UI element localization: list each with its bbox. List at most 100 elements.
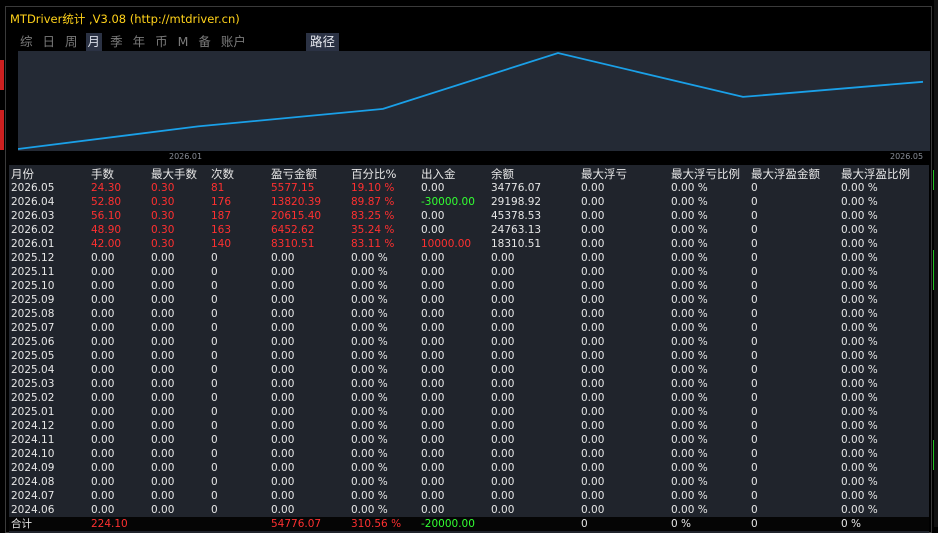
cell-col-1: 24.30 [91,182,122,194]
cell-col-11: 0.00 % [841,434,878,446]
cell-col-10: 0 [751,196,758,208]
cell-col-9: 最大浮亏比例 [671,167,740,181]
cell-col-9: 0.00 % [671,448,708,460]
tab-2[interactable]: 周 [63,33,80,51]
cell-col-3: 0 [211,406,218,418]
cell-col-7: 0.00 [491,504,515,516]
tab-path[interactable]: 路径 [306,33,340,51]
cell-col-6: -20000.00 [421,518,475,530]
table-row: 2024.12 0.00 0.00 0 0.00 0.00 % 0.00 0.00 0.00 0.… [9,419,929,433]
cell-col-4: 0.00 [271,266,295,278]
cell-col-8: 0.00 [581,378,605,390]
cell-col-5: 83.25 % [351,210,395,222]
cell-col-9: 0.00 % [671,490,708,502]
cell-col-9: 0.00 % [671,364,708,376]
cell-col-5: 0.00 % [351,490,388,502]
cell-col-3: 163 [211,224,232,236]
cell-col-1: 224.10 [91,518,128,530]
cell-col-11: 0.00 % [841,476,878,488]
cell-col-9: 0.00 % [671,350,708,362]
cell-col-0: 2025.01 [11,406,55,418]
cell-col-4: 0.00 [271,294,295,306]
cell-col-9: 0.00 % [671,210,708,222]
cell-col-10: 0 [751,490,758,502]
tab-8[interactable]: 备 [196,33,213,51]
cell-col-10: 0 [751,504,758,516]
cell-col-10: 最大浮盈金额 [751,167,820,181]
cell-col-6: 0.00 [421,490,445,502]
cell-col-1: 0.00 [91,294,115,306]
cell-col-3: 0 [211,490,218,502]
cell-col-7: 0.00 [491,420,515,432]
cell-col-3: 0 [211,266,218,278]
cell-col-4: 0.00 [271,448,295,460]
cell-col-11: 0.00 % [841,336,878,348]
cell-col-11: 0.00 % [841,224,878,236]
table-row: 2025.12 0.00 0.00 0 0.00 0.00 % 0.00 0.00 0.00 0.… [9,251,929,265]
cell-col-6: 0.00 [421,294,445,306]
cell-col-8: 0.00 [581,238,605,250]
cell-col-7: 0.00 [491,434,515,446]
cell-col-11: 0.00 % [841,182,878,194]
cell-col-2: 0.00 [151,476,175,488]
cell-col-0: 月份 [11,167,34,181]
cell-col-7: 18310.51 [491,238,542,250]
cell-col-4: 0.00 [271,462,295,474]
cell-col-5: 310.56 % [351,518,402,530]
table-row: 2025.11 0.00 0.00 0 0.00 0.00 % 0.00 0.00 0.00 0.… [9,265,929,279]
tab-7[interactable]: M [176,33,191,51]
cell-col-11: 0.00 % [841,364,878,376]
cell-col-0: 2024.09 [11,462,55,474]
cell-col-3: 0 [211,350,218,362]
cell-col-4: 0.00 [271,378,295,390]
cell-col-8: 0.00 [581,224,605,236]
cell-col-6: 0.00 [421,462,445,474]
cell-col-6: 0.00 [421,392,445,404]
tab-6[interactable]: 币 [153,33,170,51]
cell-col-7: 0.00 [491,280,515,292]
monthly-stats-table: 月份 手数 最大手数 次数 盈亏金额 百分比% 出入金 余额 最大浮亏 最大浮亏比例 最大浮盈金额 最… [9,165,929,533]
cell-col-2: 0.00 [151,252,175,264]
cell-col-0: 2025.05 [11,350,55,362]
tab-5[interactable]: 年 [131,33,148,51]
tab-1[interactable]: 日 [41,33,58,51]
cell-col-4: 0.00 [271,364,295,376]
tab-3[interactable]: 月 [85,33,103,51]
cell-col-10: 0 [751,462,758,474]
tab-4[interactable]: 季 [108,33,125,51]
tab-9[interactable]: 账户 [219,33,248,51]
cell-col-6: 0.00 [421,434,445,446]
cell-col-9: 0.00 % [671,378,708,390]
cell-col-2: 0.30 [151,182,175,194]
cell-col-8: 0.00 [581,252,605,264]
cell-col-2: 0.30 [151,224,175,236]
scrollbar[interactable] [934,0,938,527]
cell-col-7: 34776.07 [491,182,542,194]
cell-col-7: 0.00 [491,392,515,404]
cell-col-2: 0.00 [151,350,175,362]
cell-col-9: 0.00 % [671,420,708,432]
cell-col-6: 0.00 [421,308,445,320]
table-header: 月份 手数 最大手数 次数 盈亏金额 百分比% 出入金 余额 最大浮亏 最大浮亏比例 最大浮盈金额 最… [9,167,929,181]
tab-0[interactable]: 综 [18,33,35,51]
cell-col-9: 0.00 % [671,434,708,446]
cell-col-5: 0.00 % [351,322,388,334]
cell-col-2: 0.00 [151,434,175,446]
cell-col-0: 2025.08 [11,308,55,320]
cell-col-6: 0.00 [421,322,445,334]
cell-col-2: 0.00 [151,448,175,460]
cell-col-7: 0.00 [491,406,515,418]
cell-col-1: 0.00 [91,280,115,292]
cell-col-8: 0.00 [581,406,605,418]
cell-col-3: 0 [211,462,218,474]
cell-col-11: 0.00 % [841,406,878,418]
cell-col-4: 13820.39 [271,196,322,208]
cell-col-3: 0 [211,392,218,404]
cell-col-5: 0.00 % [351,336,388,348]
cell-col-2: 0.00 [151,378,175,390]
cell-col-9: 0.00 % [671,308,708,320]
x-tick-label-end: 2026.05 [890,152,924,161]
cell-col-0: 2025.11 [11,266,55,278]
cell-col-7: 0.00 [491,462,515,474]
cell-col-3: 0 [211,504,218,516]
